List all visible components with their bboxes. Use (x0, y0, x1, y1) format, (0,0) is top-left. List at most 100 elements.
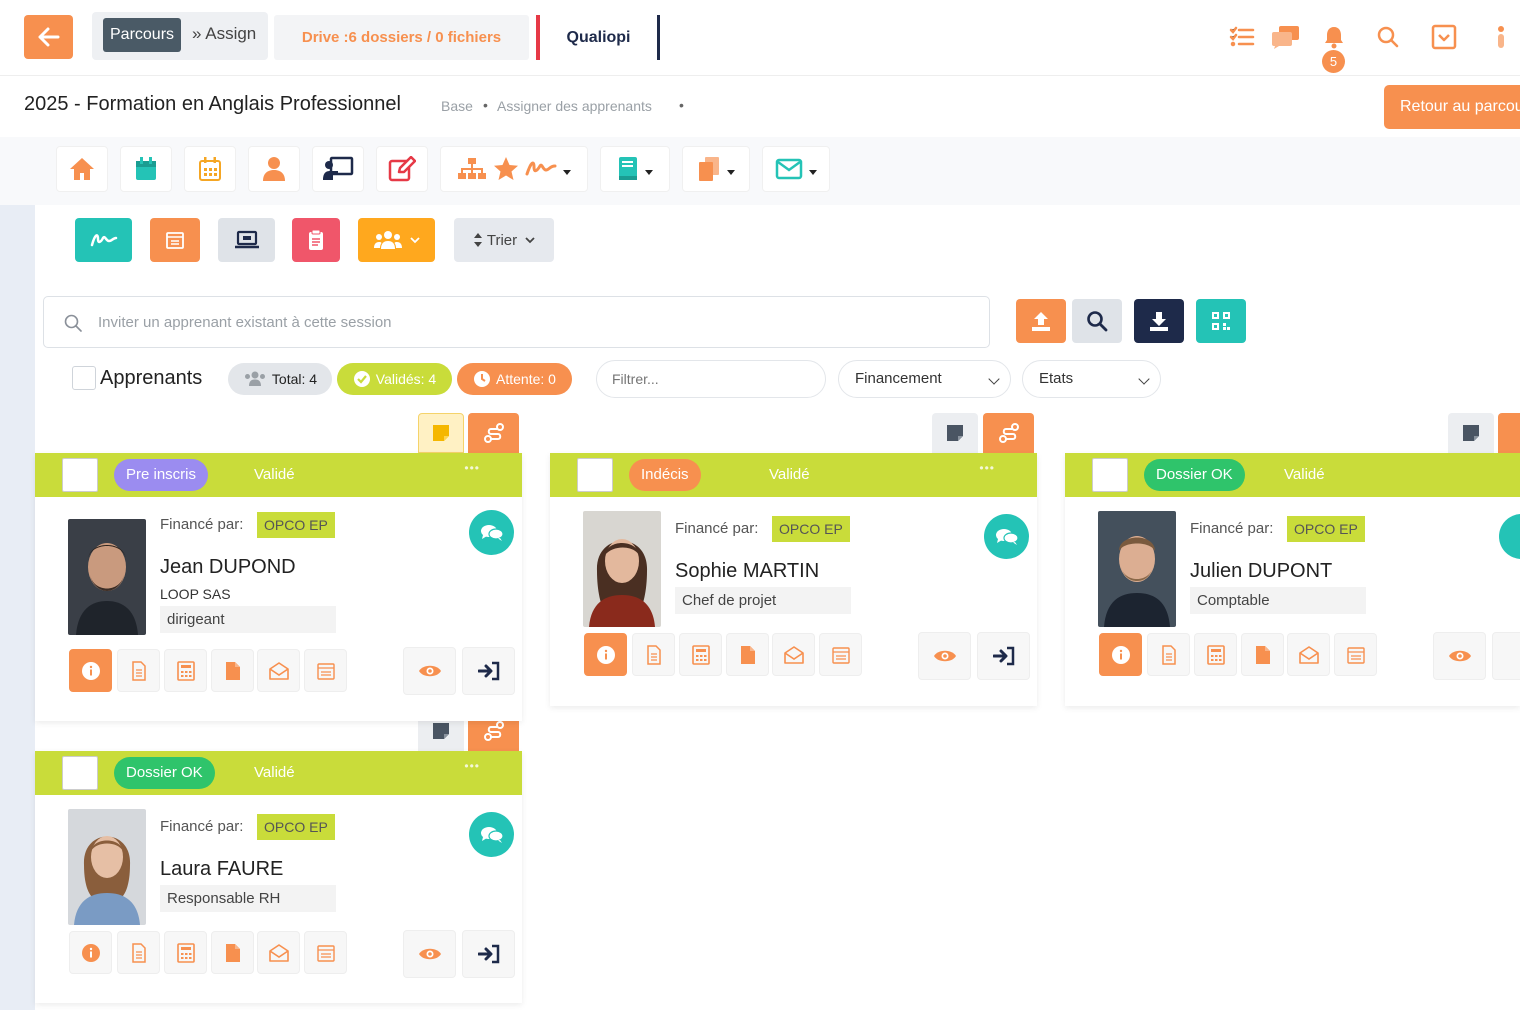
info-button[interactable] (584, 633, 627, 676)
learner-checkbox[interactable] (62, 756, 98, 790)
task-list-icon[interactable] (1227, 22, 1257, 52)
planning-action-button[interactable] (150, 218, 200, 262)
more-options-icon[interactable]: ••• (464, 759, 480, 773)
trainer-board-button[interactable] (312, 146, 364, 192)
planning-button[interactable] (819, 633, 862, 676)
route-button[interactable] (1498, 413, 1520, 453)
document-button[interactable] (1147, 633, 1190, 676)
route-button[interactable] (468, 413, 519, 453)
route-button[interactable] (983, 413, 1034, 453)
qualiopi-button[interactable]: Qualiopi (536, 15, 660, 60)
chat-button[interactable] (1499, 514, 1520, 559)
more-options-icon[interactable]: ••• (979, 461, 995, 475)
invite-learner-input[interactable] (98, 309, 958, 335)
inbox-dropdown-icon[interactable] (1429, 22, 1459, 52)
chat-button[interactable] (984, 514, 1029, 559)
sticky-note-button[interactable] (1448, 413, 1494, 453)
filter-input[interactable] (596, 360, 826, 398)
login-as-button[interactable] (1492, 632, 1520, 680)
open-envelope-button[interactable] (1287, 633, 1330, 676)
waiting-badge[interactable]: Attente: 0 (457, 363, 572, 395)
chat-button[interactable] (469, 510, 514, 555)
etats-select[interactable]: Etats (1022, 360, 1161, 398)
more-options-icon[interactable]: ••• (464, 461, 480, 475)
view-button[interactable] (403, 647, 456, 695)
schedule-button[interactable] (184, 146, 236, 192)
bell-icon[interactable] (1319, 22, 1349, 52)
planning-button[interactable] (304, 931, 347, 974)
info-button[interactable] (69, 649, 112, 692)
drive-button[interactable]: Drive :6 dossiers / 0 fichiers (274, 15, 529, 60)
calculator-button[interactable] (1194, 633, 1237, 676)
back-button[interactable] (24, 15, 73, 59)
sticky-note-button[interactable] (418, 413, 464, 453)
status-badge[interactable]: Dossier OK (114, 757, 215, 789)
download-button[interactable] (1134, 299, 1184, 343)
login-as-button[interactable] (462, 647, 515, 695)
sticky-note-button[interactable] (932, 413, 978, 453)
file-button[interactable] (211, 649, 254, 692)
home-button[interactable] (56, 146, 108, 192)
info-button[interactable] (69, 931, 112, 974)
learner-name[interactable]: Jean DUPOND (160, 556, 296, 579)
calculator-button[interactable] (679, 633, 722, 676)
status-badge[interactable]: Indécis (629, 459, 701, 491)
document-button[interactable] (117, 649, 160, 692)
calculator-button[interactable] (164, 649, 207, 692)
user-button[interactable] (248, 146, 300, 192)
book-dropdown-button[interactable] (600, 146, 670, 192)
learner-card: Dossier OK Validé ••• Financé par: OPCO … (35, 751, 522, 1003)
status-badge[interactable]: Dossier OK (1144, 459, 1245, 491)
view-button[interactable] (918, 632, 971, 680)
avatar (68, 519, 146, 635)
login-as-button[interactable] (977, 632, 1030, 680)
documents-dropdown-button[interactable] (682, 146, 750, 192)
login-as-button[interactable] (462, 930, 515, 978)
status-badge[interactable]: Pre inscris (114, 459, 209, 491)
sort-dropdown-button[interactable]: Trier (454, 218, 554, 262)
learner-name[interactable]: Sophie MARTIN (675, 560, 819, 583)
learner-name[interactable]: Julien DUPONT (1190, 560, 1332, 583)
structure-dropdown-button[interactable] (440, 146, 588, 192)
search-button[interactable] (1072, 299, 1122, 343)
financement-select[interactable]: Financement (838, 360, 1011, 398)
edit-button[interactable] (376, 146, 428, 192)
file-button[interactable] (1241, 633, 1284, 676)
file-button[interactable] (726, 633, 769, 676)
elearning-action-button[interactable] (218, 218, 275, 262)
planning-button[interactable] (304, 649, 347, 692)
validated-badge[interactable]: Validés: 4 (337, 363, 452, 395)
chat-bubbles-icon[interactable] (1271, 22, 1301, 52)
email-dropdown-button[interactable] (762, 146, 830, 192)
back-to-course-button[interactable]: Retour au parcours (1384, 85, 1520, 129)
view-button[interactable] (403, 930, 456, 978)
select-all-checkbox[interactable] (72, 366, 96, 390)
planning-button[interactable] (1334, 633, 1377, 676)
open-envelope-button[interactable] (257, 649, 300, 692)
open-envelope-button[interactable] (772, 633, 815, 676)
info-button[interactable] (1099, 633, 1142, 676)
signature-action-button[interactable] (75, 218, 132, 262)
learner-checkbox[interactable] (1092, 458, 1128, 492)
document-button[interactable] (632, 633, 675, 676)
calculator-button[interactable] (164, 931, 207, 974)
qr-code-button[interactable] (1196, 299, 1246, 343)
clipboard-action-button[interactable] (292, 218, 340, 262)
upload-button[interactable] (1016, 299, 1066, 343)
chat-button[interactable] (469, 812, 514, 857)
breadcrumb-base-link[interactable]: Base (441, 98, 473, 114)
groups-dropdown-button[interactable] (358, 218, 435, 262)
sign-in-icon (477, 944, 499, 964)
learner-name[interactable]: Laura FAURE (160, 858, 283, 881)
view-button[interactable] (1433, 632, 1486, 680)
breadcrumb-parcours-link[interactable]: Parcours (103, 18, 182, 52)
learner-checkbox[interactable] (577, 458, 613, 492)
calendar-button[interactable] (120, 146, 172, 192)
search-icon[interactable] (1373, 22, 1403, 52)
funder-badge: OPCO EP (772, 516, 850, 542)
document-button[interactable] (117, 931, 160, 974)
file-button[interactable] (211, 931, 254, 974)
learner-checkbox[interactable] (62, 458, 98, 492)
user-menu-icon[interactable] (1486, 22, 1516, 52)
open-envelope-button[interactable] (257, 931, 300, 974)
